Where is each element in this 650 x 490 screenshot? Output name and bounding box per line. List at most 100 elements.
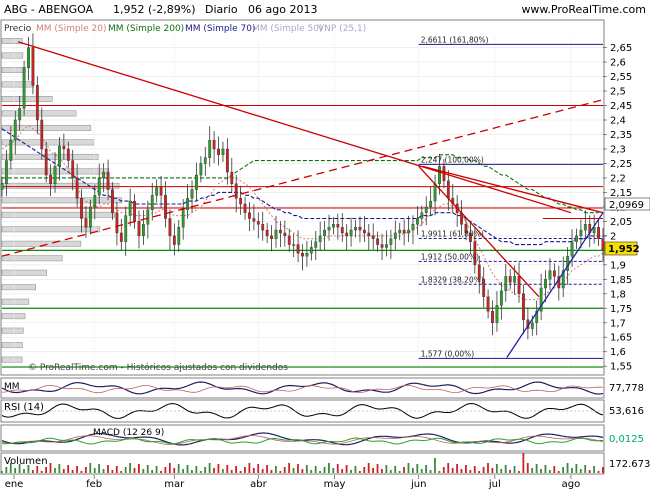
candle-body <box>393 232 397 239</box>
candle-body <box>190 189 194 199</box>
volume-bar <box>257 464 260 473</box>
price-tick-label: 1,65 <box>610 333 632 344</box>
candle-body <box>137 221 141 237</box>
candle-body <box>58 145 61 167</box>
fibonacci-label: 1,8329 (38,20%) <box>421 275 484 284</box>
volume-bar <box>120 471 123 473</box>
candle-body <box>80 198 83 219</box>
price-tick-label: 2,35 <box>610 130 632 141</box>
volume-bar <box>478 471 481 473</box>
legend-vnp: VNP (25,1) <box>318 24 366 34</box>
volume-bar <box>575 464 578 473</box>
volume-bar <box>248 463 251 473</box>
volume-bar <box>358 471 361 473</box>
volume-bar <box>283 467 286 473</box>
volume-bar <box>301 469 304 473</box>
volume-bar <box>221 469 224 473</box>
candle-body <box>517 276 521 294</box>
volume-bar <box>98 464 101 473</box>
candle-body <box>256 221 260 225</box>
volume-bar <box>266 465 268 473</box>
candle-body <box>407 229 410 234</box>
volume-bar <box>244 467 246 473</box>
volume-bar <box>76 466 78 473</box>
candle-body <box>217 148 220 155</box>
price-tick-label: 2,25 <box>610 159 632 170</box>
candle-body <box>354 226 357 231</box>
volume-profile-bar <box>1 95 53 102</box>
volume-bar <box>288 463 291 473</box>
candle-body <box>499 290 503 306</box>
momentum-label: MM <box>4 382 20 392</box>
volume-profile-bar <box>1 110 77 117</box>
volume-bar <box>40 471 43 473</box>
volume-bar <box>522 453 525 473</box>
candle-body <box>102 171 106 179</box>
chart-title: ABG - ABENGOA <box>4 3 94 16</box>
period-label: Diario <box>205 3 238 16</box>
volume-bar <box>487 463 489 473</box>
volume-bar <box>319 471 321 473</box>
volume-bar <box>442 467 445 473</box>
volume-bar <box>438 471 441 473</box>
candle-body <box>243 203 247 213</box>
time-tick-label: may <box>324 479 346 490</box>
candle-body <box>49 174 53 184</box>
volume-bar <box>548 470 551 473</box>
candle-body <box>446 180 450 199</box>
candle-body <box>597 226 600 239</box>
volume-bar <box>274 466 277 473</box>
candle-body <box>283 232 287 237</box>
volume-bar <box>597 471 600 473</box>
candle-body <box>345 232 349 237</box>
volume-value: 172.673 <box>609 459 650 470</box>
volume-bar <box>164 467 167 473</box>
candle-body <box>380 244 384 248</box>
candle-body <box>385 244 388 248</box>
candle-body <box>146 209 150 225</box>
price-tick-label: 2,2 <box>610 173 626 184</box>
legend-mm70: MM (Simple 70) <box>185 24 255 34</box>
volume-bar <box>500 469 503 473</box>
volume-bar <box>49 463 52 473</box>
candle-body <box>398 229 402 234</box>
price-tick-label: 1,75 <box>610 304 632 315</box>
volume-bar <box>376 464 379 473</box>
volume-bar <box>584 465 587 473</box>
volume-bar <box>540 469 542 473</box>
time-tick-label: mar <box>164 479 185 490</box>
volume-bar <box>332 468 335 473</box>
price-tick-label: 2,45 <box>610 101 632 112</box>
candle-body <box>420 212 424 219</box>
candle-body <box>376 238 380 245</box>
candle-body <box>402 229 406 234</box>
price-tick-label: 1,7 <box>610 318 626 329</box>
volume-bar <box>124 467 127 473</box>
candle-body <box>106 171 110 190</box>
time-tick-label: jul <box>488 479 501 490</box>
time-tick-label: feb <box>86 479 102 490</box>
candle-body <box>495 305 499 323</box>
volume-bar <box>518 471 520 473</box>
price-tick-label: 2,4 <box>610 116 626 127</box>
candle-body <box>252 218 256 222</box>
volume-bar <box>456 464 458 473</box>
candle-body <box>270 235 273 239</box>
volume-bar <box>531 468 534 473</box>
candle-body <box>570 241 574 257</box>
candle-body <box>301 253 304 257</box>
candle-body <box>230 171 234 184</box>
volume-profile-bar <box>1 81 34 88</box>
candle-body <box>314 241 318 248</box>
volume-bar <box>535 464 538 473</box>
candle-body <box>367 232 371 237</box>
chart-background <box>0 0 650 490</box>
candle-body <box>513 276 517 283</box>
price-tick-label: 2,55 <box>610 72 632 83</box>
candle-body <box>62 145 66 150</box>
date-label: 06 ago 2013 <box>248 3 317 16</box>
candle-body <box>601 238 605 250</box>
volume-bar <box>67 465 70 473</box>
candle-body <box>336 224 340 228</box>
volume-bar <box>89 463 92 473</box>
